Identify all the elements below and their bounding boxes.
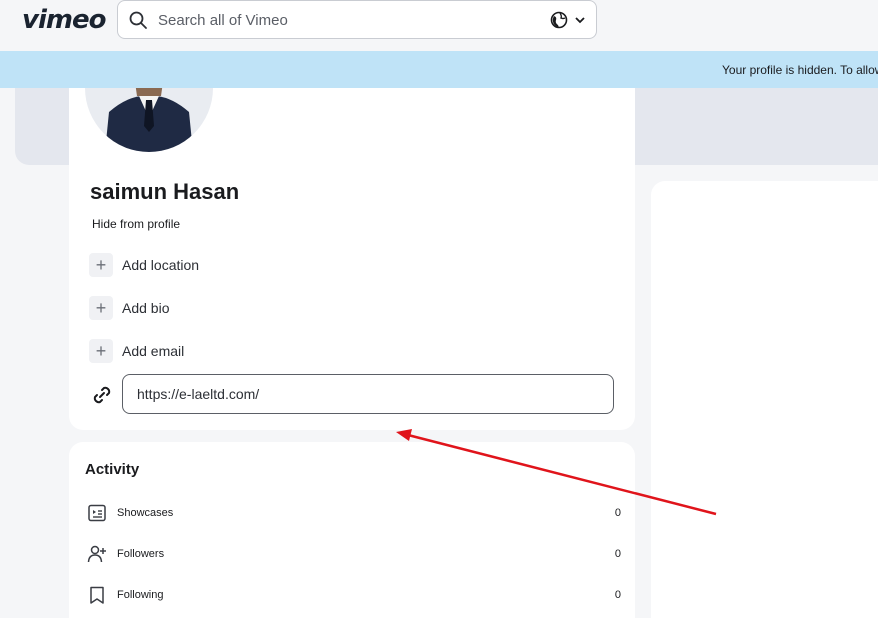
hide-from-profile-link[interactable]: Hide from profile xyxy=(92,217,180,231)
activity-card: Activity Showcases 0 Followers 0 Followi… xyxy=(69,442,635,618)
add-location-button[interactable]: + Add location xyxy=(89,253,389,277)
add-location-label: Add location xyxy=(122,257,200,273)
add-bio-label: Add bio xyxy=(122,300,170,316)
activity-count: 0 xyxy=(614,507,621,519)
add-email-label: Add email xyxy=(122,343,185,359)
top-header: vimeo Search all of Vimeo xyxy=(0,0,878,50)
showcase-icon xyxy=(88,504,106,522)
website-input[interactable] xyxy=(122,374,614,414)
chevron-down-icon[interactable] xyxy=(574,14,586,26)
activity-label: Following xyxy=(117,589,164,601)
hidden-profile-banner: Your profile is hidden. To allow xyxy=(0,51,878,88)
search-bar[interactable]: Search all of Vimeo xyxy=(117,0,597,39)
activity-row-followers[interactable]: Followers 0 xyxy=(87,544,621,566)
vimeo-logo[interactable]: vimeo xyxy=(22,5,106,35)
right-content-panel xyxy=(651,181,878,618)
plus-icon: + xyxy=(89,296,113,320)
search-input[interactable]: Search all of Vimeo xyxy=(158,12,288,29)
link-icon xyxy=(93,386,111,404)
add-user-icon xyxy=(87,545,106,563)
activity-row-showcases[interactable]: Showcases 0 xyxy=(87,503,621,525)
plus-icon: + xyxy=(89,253,113,277)
add-bio-button[interactable]: + Add bio xyxy=(89,296,389,320)
add-email-button[interactable]: + Add email xyxy=(89,339,389,363)
activity-count: 0 xyxy=(614,548,621,560)
avatar[interactable] xyxy=(85,88,213,152)
activity-label: Followers xyxy=(117,548,165,560)
activity-title: Activity xyxy=(85,461,140,478)
profile-name: saimun Hasan xyxy=(90,179,240,204)
search-icon xyxy=(129,11,147,29)
plus-icon: + xyxy=(89,339,113,363)
banner-text: Your profile is hidden. To allow xyxy=(722,63,878,77)
profile-card: saimun Hasan Hide from profile + Add loc… xyxy=(69,88,635,430)
bookmark-icon xyxy=(90,586,104,604)
activity-count: 0 xyxy=(614,589,621,601)
globe-icon[interactable] xyxy=(550,11,568,29)
activity-row-following[interactable]: Following 0 xyxy=(87,585,621,607)
activity-label: Showcases xyxy=(117,507,174,519)
